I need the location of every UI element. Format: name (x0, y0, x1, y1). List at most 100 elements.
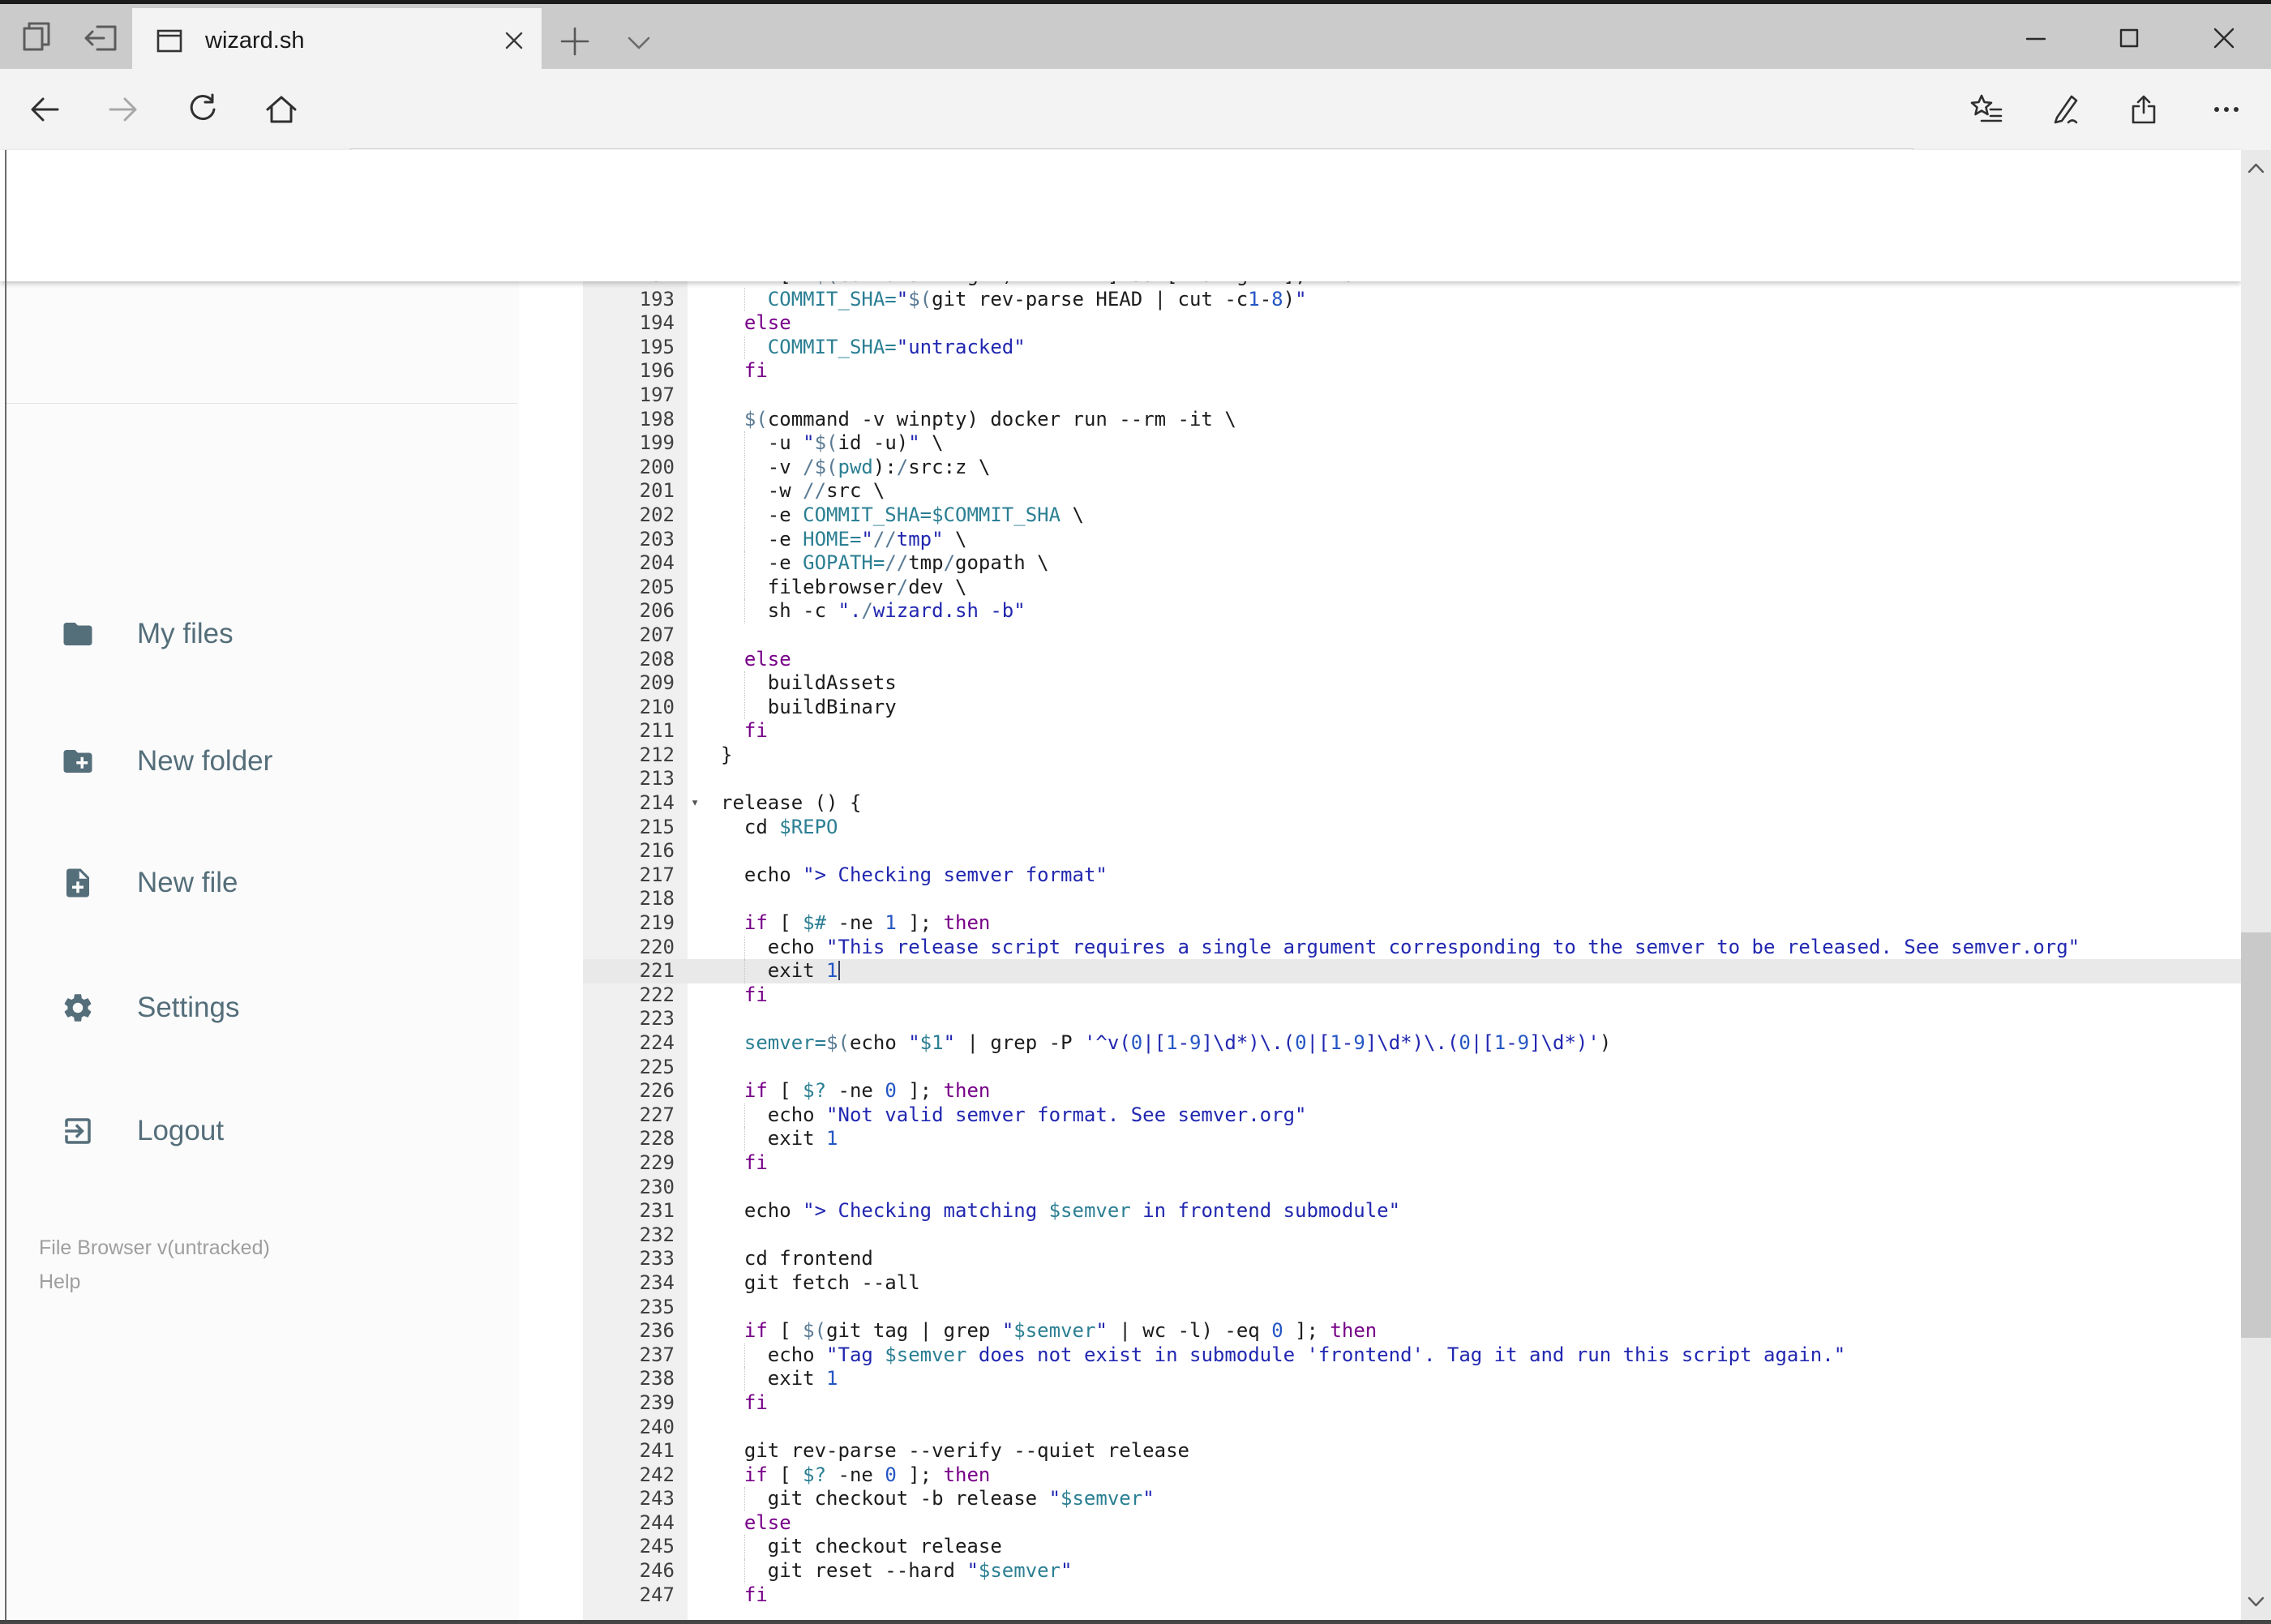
code-text: if [ $# -ne 1 ]; then (743, 911, 991, 935)
code-line-201[interactable]: 201 -w //src \ (519, 479, 2241, 503)
code-line-224[interactable]: 224 semver=$(echo "$1" | grep -P '^v(0|[… (519, 1031, 2241, 1056)
sidebar-item-settings[interactable]: Settings (6, 975, 519, 1040)
share-icon[interactable] (2127, 92, 2163, 127)
code-line-247[interactable]: 247 fi (519, 1583, 2241, 1608)
code-line-221[interactable]: 221 exit 1 (519, 959, 2241, 983)
fold-marker-icon[interactable]: ▾ (691, 791, 699, 816)
line-number: 212 (639, 743, 675, 766)
code-text: git rev-parse --verify --quiet release (721, 1439, 1189, 1463)
sidebar-item-new-file[interactable]: New file (6, 851, 519, 915)
code-line-206[interactable]: 206 sh -c "./wizard.sh -b" (519, 599, 2241, 623)
browser-tab[interactable]: wizard.sh (132, 8, 542, 73)
code-line-238[interactable]: 238 exit 1 (519, 1367, 2241, 1391)
code-line-220[interactable]: 220 echo "This release script requires a… (519, 935, 2241, 960)
code-line-198[interactable]: 198 $(command -v winpty) docker run --rm… (519, 408, 2241, 432)
refresh-icon[interactable] (185, 92, 221, 127)
code-line-241[interactable]: 241 git rev-parse --verify --quiet relea… (519, 1439, 2241, 1463)
code-line-227[interactable]: 227 echo "Not valid semver format. See s… (519, 1103, 2241, 1128)
forward-icon[interactable] (105, 92, 141, 127)
code-line-223[interactable]: 223 (519, 1007, 2241, 1031)
code-line-234[interactable]: 234 git fetch --all (519, 1271, 2241, 1296)
code-line-210[interactable]: 210 buildBinary (519, 695, 2241, 720)
code-line-195[interactable]: 195 COMMIT_SHA="untracked" (519, 335, 2241, 360)
code-line-222[interactable]: 222 fi (519, 983, 2241, 1008)
new-folder-icon (6, 744, 95, 778)
tab-close-icon[interactable] (490, 16, 538, 65)
code-line-216[interactable]: 216 (519, 839, 2241, 863)
code-line-193[interactable]: 193 COMMIT_SHA="$(git rev-parse HEAD | c… (519, 287, 2241, 312)
code-line-236[interactable]: 236 if [ $(git tag | grep "$semver" | wc… (519, 1319, 2241, 1343)
sidebar-item-new-folder[interactable]: New folder (6, 729, 519, 794)
code-line-245[interactable]: 245 git checkout release (519, 1535, 2241, 1560)
code-line-219[interactable]: 219 if [ $# -ne 1 ]; then (519, 911, 2241, 936)
scroll-down-icon[interactable] (2244, 1590, 2268, 1613)
code-line-200[interactable]: 200 -v /$(pwd):/src:z \ (519, 455, 2241, 480)
code-line-232[interactable]: 232 (519, 1223, 2241, 1248)
code-line-199[interactable]: 199 -u "$(id -u)" \ (519, 431, 2241, 456)
home-icon[interactable] (264, 92, 299, 127)
code-line-244[interactable]: 244 else (519, 1511, 2241, 1536)
sidebar-item-my-files[interactable]: My files (6, 602, 519, 666)
code-editor[interactable]: 192 if [ "$(command -v git)" != "" ] && … (519, 281, 2241, 1620)
code-line-194[interactable]: 194 else (519, 311, 2241, 336)
tab-preview-icon[interactable] (19, 19, 55, 54)
code-line-207[interactable]: 207 (519, 623, 2241, 648)
code-line-205[interactable]: 205 filebrowser/dev \ (519, 575, 2241, 600)
window-close-button[interactable] (2187, 14, 2260, 62)
code-line-197[interactable]: 197 (519, 384, 2241, 408)
sidebar-item-logout[interactable]: Logout (6, 1099, 519, 1163)
code-line-242[interactable]: 242 if [ $? -ne 0 ]; then (519, 1463, 2241, 1488)
scrollbar-thumb[interactable] (2241, 932, 2271, 1338)
scroll-up-icon[interactable] (2244, 156, 2268, 180)
code-line-240[interactable]: 240 (519, 1416, 2241, 1440)
code-line-208[interactable]: 208 else (519, 648, 2241, 672)
back-icon[interactable] (27, 92, 62, 127)
code-line-211[interactable]: 211 fi (519, 719, 2241, 743)
annotate-pen-icon[interactable] (2047, 92, 2083, 127)
line-number: 198 (639, 407, 675, 431)
code-line-231[interactable]: 231 echo "> Checking matching $semver in… (519, 1199, 2241, 1223)
more-dots-icon[interactable] (2209, 92, 2244, 127)
code-line-214[interactable]: 214 ▾ release () { (519, 791, 2241, 816)
code-line-246[interactable]: 246 git reset --hard "$semver" (519, 1559, 2241, 1583)
code-line-243[interactable]: 243 git checkout -b release "$semver" (519, 1487, 2241, 1511)
sidebar-version-text: File Browser v(untracked) (39, 1236, 270, 1259)
code-line-217[interactable]: 217 echo "> Checking semver format" (519, 863, 2241, 888)
code-line-226[interactable]: 226 if [ $? -ne 0 ]; then (519, 1079, 2241, 1103)
window-minimize-button[interactable] (1999, 14, 2072, 62)
line-number: 228 (639, 1127, 675, 1151)
tab-list-chevron-icon[interactable] (618, 20, 660, 62)
code-text: fi (743, 1151, 768, 1174)
line-number: 226 (639, 1079, 675, 1103)
code-line-215[interactable]: 215 cd $REPO (519, 816, 2241, 840)
code-line-196[interactable]: 196 fi (519, 359, 2241, 384)
filebrowser-header (0, 150, 2241, 281)
line-number: 194 (639, 311, 675, 335)
code-line-204[interactable]: 204 -e GOPATH=//tmp/gopath \ (519, 551, 2241, 576)
new-tab-button[interactable] (554, 20, 596, 62)
code-line-203[interactable]: 203 -e HOME="//tmp" \ (519, 527, 2241, 552)
window-maximize-button[interactable] (2093, 14, 2166, 62)
code-line-228[interactable]: 228 exit 1 (519, 1127, 2241, 1151)
line-number: 240 (639, 1415, 675, 1438)
code-line-237[interactable]: 237 echo "Tag $semver does not exist in … (519, 1343, 2241, 1368)
sidebar-item-label: New folder (137, 745, 273, 777)
code-line-233[interactable]: 233 cd frontend (519, 1247, 2241, 1271)
sidebar-item-label: My files (137, 618, 234, 649)
line-number: 246 (639, 1559, 675, 1583)
code-line-192[interactable]: 192 if [ "$(command -v git)" != "" ] && … (519, 281, 2241, 288)
code-line-209[interactable]: 209 buildAssets (519, 671, 2241, 696)
code-line-218[interactable]: 218 (519, 887, 2241, 911)
code-line-230[interactable]: 230 (519, 1176, 2241, 1200)
code-line-225[interactable]: 225 (519, 1056, 2241, 1080)
page-scrollbar[interactable] (2241, 150, 2271, 1620)
code-line-213[interactable]: 213 (519, 767, 2241, 791)
code-line-239[interactable]: 239 fi (519, 1391, 2241, 1416)
code-line-212[interactable]: 212} (519, 743, 2241, 768)
code-line-229[interactable]: 229 fi (519, 1151, 2241, 1176)
code-line-235[interactable]: 235 (519, 1296, 2241, 1320)
code-line-202[interactable]: 202 -e COMMIT_SHA=$COMMIT_SHA \ (519, 503, 2241, 528)
hub-icon[interactable] (1969, 92, 2004, 127)
set-tabs-aside-icon[interactable] (83, 19, 118, 54)
sidebar-help-link[interactable]: Help (39, 1270, 80, 1294)
